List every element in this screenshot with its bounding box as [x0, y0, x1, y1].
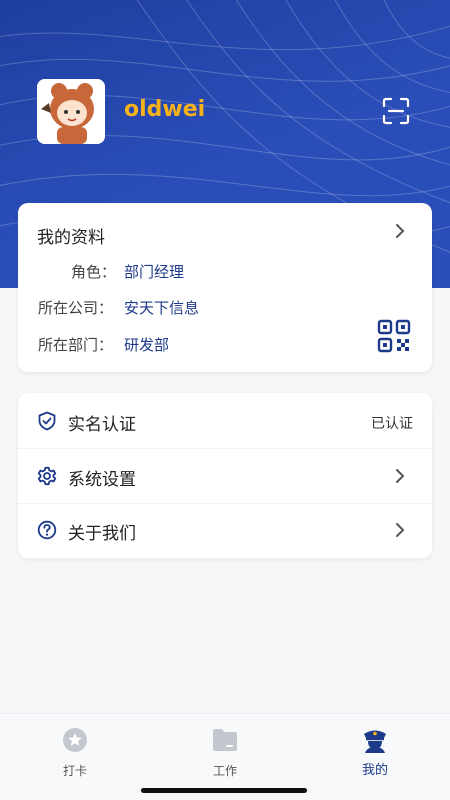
department-label: 所在部门：: [38, 336, 114, 354]
menu-item-about-us[interactable]: 关于我们: [18, 504, 432, 559]
settings-menu-card: 实名认证 已认证 系统设置 关于我们: [18, 393, 432, 558]
chevron-right-icon: [396, 523, 405, 537]
question-circle-icon: [37, 520, 57, 540]
star-badge-icon: [63, 728, 87, 752]
home-indicator: [141, 788, 307, 793]
shield-check-icon: [38, 411, 56, 431]
tab-label: 工作: [212, 764, 237, 778]
company-value: 安天下信息: [124, 299, 200, 317]
role-value: 部门经理: [124, 263, 185, 281]
profile-card-title: 我的资料: [37, 228, 105, 248]
menu-item-label: 系统设置: [68, 470, 136, 490]
verification-status: 已认证: [371, 416, 413, 432]
police-officer-icon: [364, 730, 386, 753]
menu-item-system-settings[interactable]: 系统设置: [18, 449, 432, 504]
qr-code-icon: [377, 319, 411, 353]
role-label: 角色：: [71, 263, 117, 281]
profile-card[interactable]: 我的资料 角色： 部门经理 所在公司： 安天下信息 所在部门： 研发部: [18, 203, 432, 372]
menu-item-real-name-verification[interactable]: 实名认证 已认证: [18, 393, 432, 448]
username: oldwei: [124, 97, 206, 122]
scan-button[interactable]: [382, 97, 410, 125]
tab-work[interactable]: 工作: [150, 714, 300, 784]
avatar[interactable]: [37, 79, 105, 144]
department-value: 研发部: [124, 336, 170, 354]
menu-item-label: 实名认证: [68, 415, 136, 435]
chevron-right-icon: [396, 469, 405, 483]
qr-code-button[interactable]: [377, 319, 411, 353]
company-row: 所在公司： 安天下信息: [18, 297, 432, 319]
chevron-right-icon: [396, 224, 405, 238]
department-row: 所在部门： 研发部: [18, 334, 432, 356]
tab-label: 我的: [361, 763, 388, 778]
folder-icon: [213, 729, 237, 751]
avatar-cartoon-image: [37, 79, 105, 144]
tab-label: 打卡: [62, 764, 87, 778]
tab-check-in[interactable]: 打卡: [0, 714, 150, 784]
scan-icon: [382, 97, 410, 125]
company-label: 所在公司：: [38, 299, 114, 317]
bottom-tab-bar: 打卡 工作 我的: [0, 713, 450, 800]
menu-item-label: 关于我们: [68, 524, 136, 544]
role-row: 角色： 部门经理: [18, 261, 432, 283]
tab-mine[interactable]: 我的: [300, 714, 450, 784]
gear-icon: [37, 466, 57, 486]
